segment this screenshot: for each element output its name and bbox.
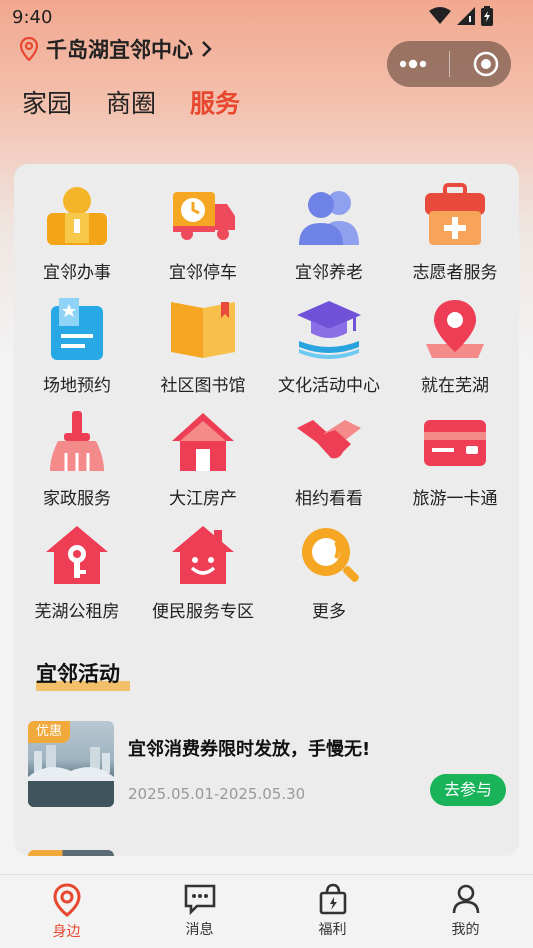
activity-card[interactable]: 优惠 宜邻消费券限时发放，手慢无! 2025.05.01-2025.05.30 … (28, 721, 506, 811)
volunteer-medkit-icon (419, 180, 491, 252)
services-grid: 宜邻办事 宜邻停车 宜邻养老 志愿者服务 场地预约 社区图书馆 文化活动中心 就… (14, 180, 519, 632)
close-target-icon[interactable] (472, 50, 500, 78)
service-item[interactable]: 宜邻养老 (266, 180, 392, 293)
service-item[interactable]: 旅游一卡通 (392, 406, 518, 519)
service-item[interactable]: 便民服务专区 (140, 519, 266, 632)
nav-label: 福利 (318, 922, 347, 938)
gift-bag-icon (319, 883, 346, 915)
service-label: 宜邻办事 (43, 263, 111, 283)
location-pin-icon (419, 293, 491, 365)
nav-item-nearby[interactable]: 身边 (0, 875, 133, 948)
nav-item-profile[interactable]: 我的 (399, 875, 532, 948)
service-label: 便民服务专区 (152, 602, 254, 622)
chevron-right-icon (202, 41, 212, 57)
activity-title: 宜邻消费券限时发放，手慢无! (128, 739, 371, 760)
tab-business[interactable]: 商圈 (106, 84, 156, 120)
bottom-nav: 身边 消息 福利 我的 (0, 874, 533, 948)
section-title: 宜邻活动 (36, 662, 120, 686)
nearby-pin-icon (52, 883, 81, 917)
smile-house-icon (167, 519, 239, 591)
service-label: 相约看看 (295, 489, 363, 509)
service-item[interactable]: 更多 (266, 519, 392, 632)
elderly-people-icon (293, 180, 365, 252)
service-label: 更多 (312, 602, 346, 622)
service-item[interactable]: 场地预约 (14, 293, 140, 406)
activity-thumbnail: 优惠 (28, 721, 114, 807)
next-activity-thumbnail[interactable] (28, 850, 114, 856)
nav-item-benefits[interactable]: 福利 (266, 875, 399, 948)
services-panel: 宜邻办事 宜邻停车 宜邻养老 志愿者服务 场地预约 社区图书馆 文化活动中心 就… (14, 164, 519, 856)
service-item[interactable]: 文化活动中心 (266, 293, 392, 406)
activity-badge: 优惠 (28, 721, 70, 743)
service-item[interactable]: 宜邻办事 (14, 180, 140, 293)
service-label: 芜湖公租房 (34, 602, 120, 622)
location-pin-small-icon (20, 37, 38, 61)
signal-icon (457, 7, 475, 25)
join-button[interactable]: 去参与 (430, 774, 506, 806)
service-label: 志愿者服务 (412, 263, 498, 283)
travel-card-icon (419, 406, 491, 478)
nav-label: 身边 (52, 924, 81, 940)
office-person-icon (41, 180, 113, 252)
wifi-icon (429, 7, 451, 24)
top-tabs: 家园 商圈 服务 (22, 84, 240, 120)
library-book-icon (167, 293, 239, 365)
more-dots-icon[interactable] (398, 58, 428, 70)
service-label: 宜邻养老 (295, 263, 363, 283)
tab-home[interactable]: 家园 (22, 84, 72, 120)
activity-date: 2025.05.01-2025.05.30 (128, 785, 306, 803)
nav-label: 消息 (185, 922, 214, 938)
nav-item-messages[interactable]: 消息 (133, 875, 266, 948)
house-key-icon (41, 519, 113, 591)
service-label: 家政服务 (43, 489, 111, 509)
culture-cap-icon (293, 293, 365, 365)
profile-icon (452, 884, 479, 914)
service-item[interactable]: 宜邻停车 (140, 180, 266, 293)
service-item[interactable]: 志愿者服务 (392, 180, 518, 293)
service-label: 社区图书馆 (160, 376, 246, 396)
service-item[interactable]: 大江房产 (140, 406, 266, 519)
battery-icon (481, 6, 493, 26)
service-item[interactable]: 家政服务 (14, 406, 140, 519)
handshake-icon (293, 406, 365, 478)
service-item[interactable]: 芜湖公租房 (14, 519, 140, 632)
miniprogram-capsule (387, 41, 511, 87)
service-label: 文化活动中心 (278, 376, 380, 396)
message-icon (184, 884, 215, 915)
venue-booking-icon (41, 293, 113, 365)
capsule-divider (449, 51, 451, 77)
location-name: 千岛湖宜邻中心 (46, 38, 193, 62)
location-selector[interactable]: 千岛湖宜邻中心 (20, 34, 213, 64)
service-label: 就在芜湖 (421, 376, 489, 396)
broom-icon (41, 406, 113, 478)
more-search-icon (293, 519, 365, 591)
service-item[interactable]: 就在芜湖 (392, 293, 518, 406)
tab-services[interactable]: 服务 (190, 84, 240, 120)
house-icon (167, 406, 239, 478)
service-label: 宜邻停车 (169, 263, 237, 283)
service-label: 场地预约 (43, 376, 111, 396)
nav-label: 我的 (451, 922, 480, 938)
status-bar: 9:40 (0, 0, 533, 36)
service-label: 旅游一卡通 (412, 489, 498, 509)
parking-truck-icon (167, 180, 239, 252)
status-icons (429, 6, 493, 26)
activities-section-header: 宜邻活动 (36, 658, 130, 691)
service-item[interactable]: 社区图书馆 (140, 293, 266, 406)
service-label: 大江房产 (169, 489, 237, 509)
status-time: 9:40 (12, 7, 53, 28)
service-item[interactable]: 相约看看 (266, 406, 392, 519)
